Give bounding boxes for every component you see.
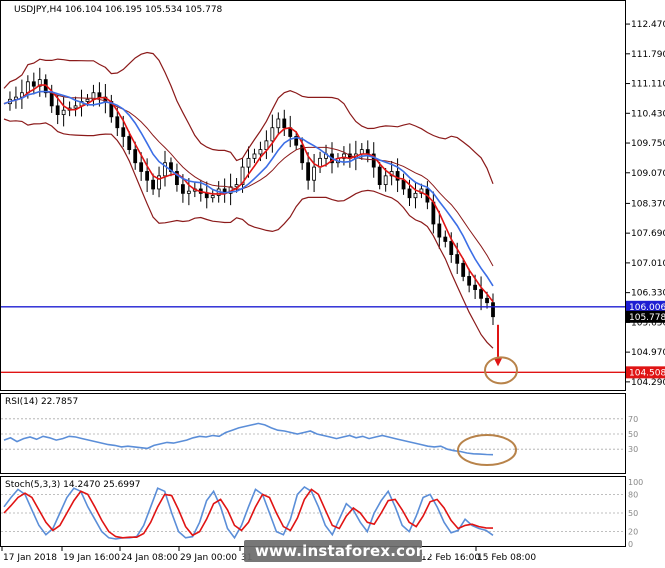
current-price-label: 105.778 xyxy=(629,313,665,323)
stoch-level-label: 20 xyxy=(628,528,638,537)
candle-body xyxy=(461,262,466,277)
stoch-level-label: 100 xyxy=(628,478,643,487)
price-tick-label: 110.430 xyxy=(631,109,665,119)
price-tick-label: 104.970 xyxy=(631,348,665,358)
x-tick-label: 19 Jan 16:00 xyxy=(63,553,120,563)
candle-body xyxy=(306,162,311,181)
price-tick-label: 111.110 xyxy=(631,80,665,90)
candle-body xyxy=(210,195,215,199)
forecast-arrow-head xyxy=(494,358,502,367)
rsi-header: RSI(14) 22.7857 xyxy=(5,397,78,407)
candle-body xyxy=(133,149,138,164)
candle-body xyxy=(186,190,191,194)
watermark-text[interactable]: www.instaforex.com xyxy=(255,542,432,560)
candle-body xyxy=(437,223,442,238)
stoch-level-label: 0 xyxy=(628,540,633,549)
candle-body xyxy=(49,92,54,107)
candle-body xyxy=(97,92,102,98)
candle-body xyxy=(401,179,406,190)
candle-body xyxy=(61,109,66,116)
x-tick-label: 29 Jan 00:00 xyxy=(180,553,237,563)
price-tick-label: 107.010 xyxy=(631,259,665,269)
candle-body xyxy=(377,166,382,185)
candle-body xyxy=(270,127,275,142)
candle-body xyxy=(252,153,257,159)
candle-body xyxy=(55,105,60,116)
candle-body xyxy=(31,81,36,87)
level-label-104.508: 104.508 xyxy=(629,368,665,378)
price-tick-label: 104.290 xyxy=(631,378,665,388)
candle-body xyxy=(73,105,78,109)
rsi-level-label: 50 xyxy=(628,430,638,439)
price-tick-label: 109.750 xyxy=(631,139,665,149)
candle-body xyxy=(282,118,287,129)
candle-body xyxy=(246,157,251,168)
candle-body xyxy=(121,127,126,137)
candle-body xyxy=(25,81,30,94)
stoch-header: Stoch(5,3,3) 14.2470 25.6997 xyxy=(5,480,140,490)
rsi-level-label: 30 xyxy=(628,445,638,454)
candle-body xyxy=(127,136,132,151)
price-tick-label: 112.470 xyxy=(631,20,665,30)
bollinger-middle-line xyxy=(3,90,494,267)
target-highlight-ellipse xyxy=(484,356,518,385)
candle-body xyxy=(312,166,316,181)
price-tick-label: 106.330 xyxy=(631,289,665,299)
stoch-level-label: 80 xyxy=(628,490,638,499)
rsi-line xyxy=(3,422,494,456)
candle-body xyxy=(473,284,478,290)
price-tick-label: 109.070 xyxy=(631,169,665,179)
rsi-panel-frame xyxy=(0,393,626,474)
candle-body xyxy=(443,236,448,242)
candle-body xyxy=(145,171,150,181)
candle-body xyxy=(383,175,388,185)
price-tick-label: 108.370 xyxy=(631,199,665,209)
stoch-level-label: 50 xyxy=(628,509,638,518)
price-panel xyxy=(1,51,625,385)
candle-body xyxy=(407,188,412,199)
x-tick-label: 17 Jan 2018 xyxy=(3,553,57,563)
price-panel-frame xyxy=(0,0,626,391)
rsi-highlight-ellipse xyxy=(457,434,517,466)
stoch-signal-line xyxy=(3,488,494,539)
stoch-panel xyxy=(1,485,625,540)
candle-body xyxy=(491,302,495,318)
price-header: USDJPY,H4 106.104 106.195 105.534 105.77… xyxy=(14,5,223,15)
candle-body xyxy=(115,116,120,129)
price-tick-label: 111.790 xyxy=(631,50,665,60)
rsi-panel xyxy=(1,418,625,466)
x-tick-label: 24 Jan 08:00 xyxy=(121,553,178,563)
candle-body xyxy=(413,192,418,199)
x-tick-label: 15 Feb 08:00 xyxy=(477,553,536,563)
candle-body xyxy=(467,276,472,286)
candle-body xyxy=(204,192,209,199)
rsi-level-label: 70 xyxy=(628,415,638,424)
candle-body xyxy=(485,297,489,304)
candle-body xyxy=(151,179,155,190)
candle-body xyxy=(455,254,460,264)
candle-body xyxy=(258,149,263,155)
candle-body xyxy=(181,184,185,194)
candle-body xyxy=(449,241,454,255)
candle-body xyxy=(479,289,483,299)
candle-body xyxy=(85,98,90,102)
candle-body xyxy=(276,118,281,129)
forex-chart: 112.470 111.790 111.110 110.430 109.750 109.0… xyxy=(0,0,665,563)
price-tick-label: 107.690 xyxy=(631,229,665,239)
candle-body xyxy=(139,162,144,172)
